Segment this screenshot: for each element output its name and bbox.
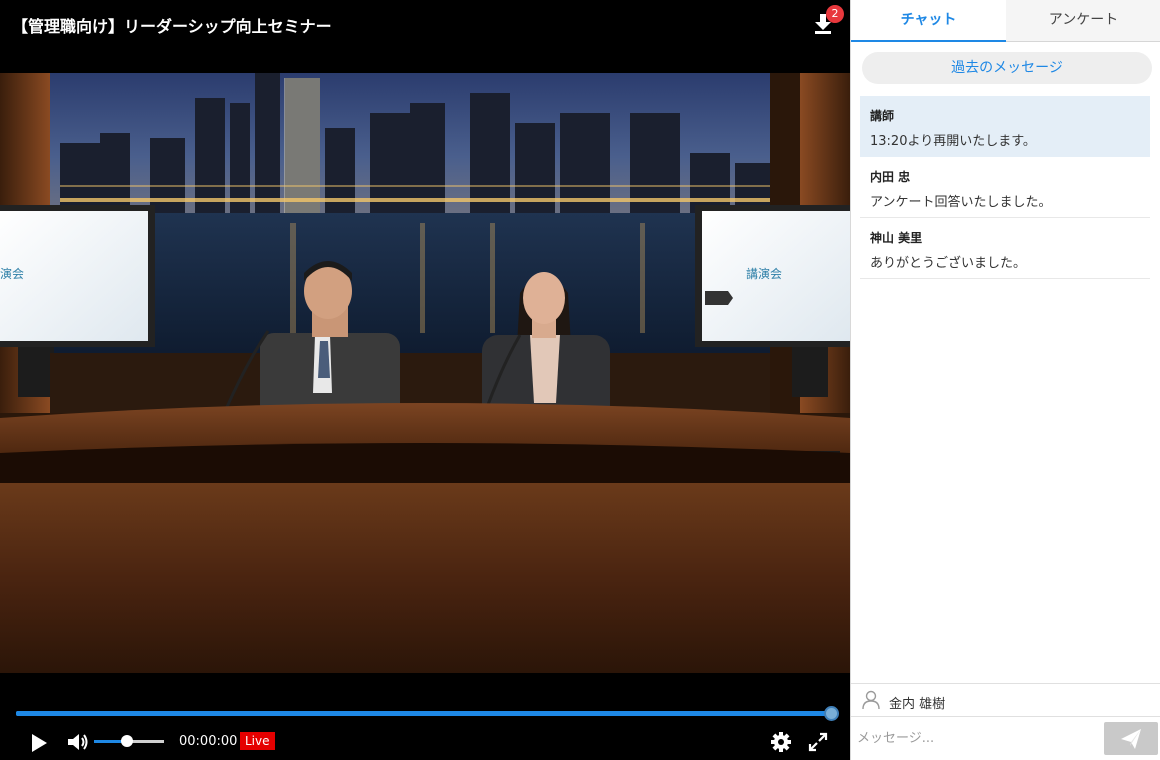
side-panel: チャット アンケート 過去のメッセージ 講師 13:20より再開いたします。 内… — [850, 0, 1160, 760]
volume-icon — [68, 734, 88, 750]
panel-tabs: チャット アンケート — [851, 0, 1160, 42]
volume-button[interactable] — [66, 731, 90, 753]
video-frame[interactable]: 演会 講演会 — [0, 73, 850, 673]
message-text: アンケート回答いたしました。 — [870, 195, 1052, 210]
chat-message-input[interactable] — [851, 718, 1099, 758]
right-slide-title: 講演会 — [746, 266, 782, 281]
settings-button[interactable] — [770, 731, 792, 753]
time-display: 00:00:00 — [179, 734, 238, 749]
volume-handle[interactable] — [121, 735, 133, 747]
send-button[interactable] — [1104, 722, 1158, 755]
play-icon — [32, 734, 47, 752]
current-user-name: 金内 雄樹 — [889, 697, 946, 712]
player-controls: 00:00:00 Live — [0, 673, 850, 760]
send-icon — [1121, 729, 1141, 749]
message-sender: 神山 美里 — [870, 231, 923, 245]
user-icon — [862, 690, 880, 710]
studio-scene-image: 演会 講演会 — [0, 73, 850, 673]
play-button[interactable] — [28, 732, 50, 754]
download-count-badge: 2 — [826, 5, 844, 23]
fullscreen-button[interactable] — [807, 731, 829, 753]
message-text: 13:20より再開いたします。 — [870, 134, 1036, 149]
seek-bar[interactable] — [16, 711, 831, 716]
message-sender: 講師 — [870, 109, 895, 123]
live-badge: Live — [240, 732, 275, 750]
chat-message: 神山 美里 ありがとうございました。 — [860, 218, 1150, 279]
tab-chat[interactable]: チャット — [851, 0, 1006, 42]
video-title: 【管理職向け】リーダーシップ向上セミナー — [12, 17, 332, 36]
title-bar: 【管理職向け】リーダーシップ向上セミナー 2 — [0, 0, 850, 46]
seek-bar-fill — [16, 711, 831, 716]
past-messages-button[interactable]: 過去のメッセージ — [862, 52, 1152, 84]
fullscreen-icon — [808, 732, 828, 752]
left-slide-title: 演会 — [0, 266, 24, 281]
current-user-row: 金内 雄樹 — [851, 683, 1160, 717]
video-player: 【管理職向け】リーダーシップ向上セミナー 2 演会 講演会 00:00:00 L… — [0, 0, 850, 760]
tab-survey[interactable]: アンケート — [1006, 0, 1160, 42]
chat-message: 講師 13:20より再開いたします。 — [860, 96, 1150, 157]
message-sender: 内田 忠 — [870, 170, 911, 184]
message-text: ありがとうございました。 — [870, 256, 1027, 271]
seek-handle[interactable] — [824, 706, 839, 721]
chat-message-list: 講師 13:20より再開いたします。 内田 忠 アンケート回答いたしました。 神… — [860, 96, 1150, 279]
chat-message: 内田 忠 アンケート回答いたしました。 — [860, 157, 1150, 218]
gear-icon — [771, 732, 791, 752]
